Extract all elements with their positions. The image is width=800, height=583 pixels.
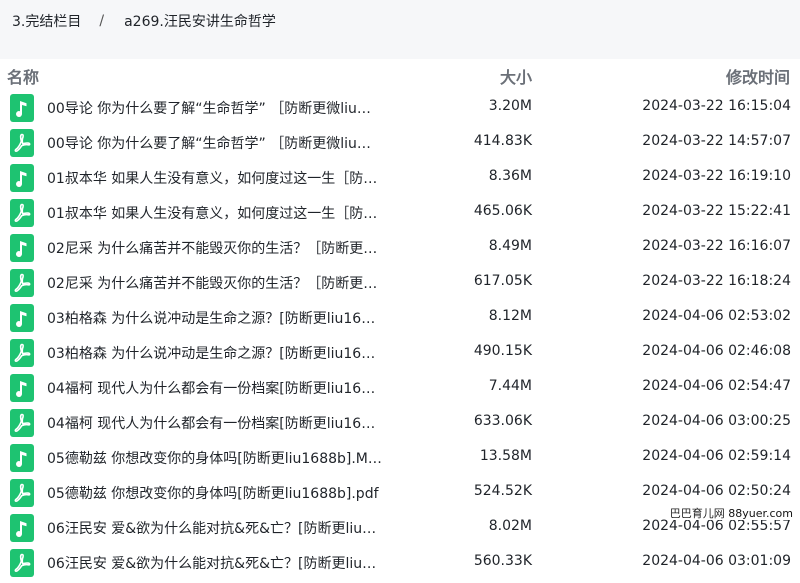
file-modified-time: 2024-03-22 16:16:07 xyxy=(642,238,791,254)
pdf-icon xyxy=(10,269,34,297)
pdf-icon xyxy=(10,479,34,507)
file-modified-time: 2024-04-06 02:59:14 xyxy=(642,448,791,464)
file-name[interactable]: 02尼采 为什么痛苦并不能毁灭你的生活？［防断更… xyxy=(47,238,377,258)
music-note-icon xyxy=(10,304,34,332)
file-name[interactable]: 06汪民安 爱&欲为什么能对抗&死&亡？[防断更liu… xyxy=(47,553,376,573)
file-size: 414.83K xyxy=(473,133,532,149)
file-name[interactable]: 05德勒兹 你想改变你的身体吗[防断更liu1688b].M… xyxy=(47,448,382,468)
file-name[interactable]: 05德勒兹 你想改变你的身体吗[防断更liu1688b].pdf xyxy=(47,483,379,503)
file-row[interactable]: 04福柯 现代人为什么都会有一份档案[防断更liu16… 633.06K 2024-… xyxy=(0,404,800,439)
pdf-icon xyxy=(10,339,34,367)
file-modified-time: 2024-04-06 03:00:25 xyxy=(642,413,791,429)
file-modified-time: 2024-03-22 16:15:04 xyxy=(642,98,791,114)
file-row[interactable]: 03柏格森 为什么说冲动是生命之源？[防断更liu16… 8.12M 2024-04… xyxy=(0,299,800,334)
file-name[interactable]: 03柏格森 为什么说冲动是生命之源？[防断更liu16… xyxy=(47,343,375,363)
file-name[interactable]: 01叔本华 如果人生没有意义，如何度过这一生［防… xyxy=(47,203,377,223)
file-name[interactable]: 01叔本华 如果人生没有意义，如何度过这一生［防… xyxy=(47,168,377,188)
file-row[interactable]: 01叔本华 如果人生没有意义，如何度过这一生［防… 465.06K 2024-03-… xyxy=(0,194,800,229)
music-note-icon xyxy=(10,444,34,472)
music-note-icon xyxy=(10,94,34,122)
file-modified-time: 2024-04-06 03:01:09 xyxy=(642,553,791,569)
file-name[interactable]: 04福柯 现代人为什么都会有一份档案[防断更liu16… xyxy=(47,413,375,433)
watermark: 巴巴育儿网 88yuer.com xyxy=(666,507,796,520)
file-size: 13.58M xyxy=(479,448,532,464)
column-header-modified[interactable]: 修改时间 xyxy=(726,64,790,88)
file-modified-time: 2024-03-22 16:19:10 xyxy=(642,168,791,184)
file-row[interactable]: 03柏格森 为什么说冲动是生命之源？[防断更liu16… 490.15K 2024-… xyxy=(0,334,800,369)
file-row[interactable]: 00导论 你为什么要了解“生命哲学” ［防断更微liu… 3.20M 2024-03… xyxy=(0,89,800,124)
file-size: 633.06K xyxy=(473,413,532,429)
file-rows: 00导论 你为什么要了解“生命哲学” ［防断更微liu… 3.20M 2024-03… xyxy=(0,89,800,579)
music-note-icon xyxy=(10,514,34,542)
file-size: 617.05K xyxy=(473,273,532,289)
file-list-header: 名称 大小 修改时间 xyxy=(0,59,800,89)
pdf-icon xyxy=(10,549,34,577)
file-size: 465.06K xyxy=(473,203,532,219)
file-list: 名称 大小 修改时间 00导论 你为什么要了解“生命哲学” ［防断更微liu… 3… xyxy=(0,59,800,583)
file-row[interactable]: 02尼采 为什么痛苦并不能毁灭你的生活？［防断更… 617.05K 2024-03-… xyxy=(0,264,800,299)
file-size: 524.52K xyxy=(473,483,532,499)
file-name[interactable]: 03柏格森 为什么说冲动是生命之源？[防断更liu16… xyxy=(47,308,375,328)
file-modified-time: 2024-04-06 02:54:47 xyxy=(642,378,791,394)
file-name[interactable]: 04福柯 现代人为什么都会有一份档案[防断更liu16… xyxy=(47,378,375,398)
file-size: 8.12M xyxy=(488,308,532,324)
file-size: 8.36M xyxy=(488,168,532,184)
file-name[interactable]: 00导论 你为什么要了解“生命哲学” ［防断更微liu… xyxy=(47,98,371,118)
music-note-icon xyxy=(10,374,34,402)
column-header-name[interactable]: 名称 xyxy=(7,64,39,88)
music-note-icon xyxy=(10,234,34,262)
file-modified-time: 2024-03-22 14:57:07 xyxy=(642,133,791,149)
file-row[interactable]: 00导论 你为什么要了解“生命哲学” ［防断更微liu… 414.83K 2024-… xyxy=(0,124,800,159)
watermark-site: 88yuer.com xyxy=(728,507,793,520)
file-name[interactable]: 06汪民安 爱&欲为什么能对抗&死&亡？[防断更liu… xyxy=(47,518,376,538)
file-name[interactable]: 02尼采 为什么痛苦并不能毁灭你的生活？［防断更… xyxy=(47,273,377,293)
file-size: 8.02M xyxy=(488,518,532,534)
breadcrumb-separator: / xyxy=(99,13,105,29)
file-modified-time: 2024-04-06 02:55:57 xyxy=(642,518,791,534)
column-header-size[interactable]: 大小 xyxy=(500,64,532,88)
file-row[interactable]: 01叔本华 如果人生没有意义，如何度过这一生［防… 8.36M 2024-03-22… xyxy=(0,159,800,194)
file-size: 3.20M xyxy=(488,98,532,114)
watermark-text: 巴巴育儿网 xyxy=(669,507,725,520)
file-row[interactable]: 05德勒兹 你想改变你的身体吗[防断更liu1688b].M… 13.58M 202… xyxy=(0,439,800,474)
file-size: 8.49M xyxy=(488,238,532,254)
file-modified-time: 2024-04-06 02:50:24 xyxy=(642,483,791,499)
file-row[interactable]: 04福柯 现代人为什么都会有一份档案[防断更liu16… 7.44M 2024-04… xyxy=(0,369,800,404)
file-modified-time: 2024-04-06 02:53:02 xyxy=(642,308,791,324)
file-size: 7.44M xyxy=(488,378,532,394)
pdf-icon xyxy=(10,129,34,157)
file-modified-time: 2024-04-06 02:46:08 xyxy=(642,343,791,359)
breadcrumb-parent-link[interactable]: 3.完结栏目 xyxy=(12,11,81,31)
breadcrumb: 3.完结栏目 / a269.汪民安讲生命哲学 xyxy=(0,0,800,42)
file-row[interactable]: 06汪民安 爱&欲为什么能对抗&死&亡？[防断更liu… 560.33K 2024-… xyxy=(0,544,800,579)
music-note-icon xyxy=(10,164,34,192)
pdf-icon xyxy=(10,409,34,437)
file-name[interactable]: 00导论 你为什么要了解“生命哲学” ［防断更微liu… xyxy=(47,133,371,153)
file-row[interactable]: 02尼采 为什么痛苦并不能毁灭你的生活？［防断更… 8.49M 2024-03-22… xyxy=(0,229,800,264)
file-modified-time: 2024-03-22 16:18:24 xyxy=(642,273,791,289)
file-size: 490.15K xyxy=(473,343,532,359)
pdf-icon xyxy=(10,199,34,227)
file-modified-time: 2024-03-22 15:22:41 xyxy=(642,203,791,219)
file-row[interactable]: 05德勒兹 你想改变你的身体吗[防断更liu1688b].pdf 524.52K 2… xyxy=(0,474,800,509)
file-size: 560.33K xyxy=(473,553,532,569)
breadcrumb-current: a269.汪民安讲生命哲学 xyxy=(124,14,276,30)
